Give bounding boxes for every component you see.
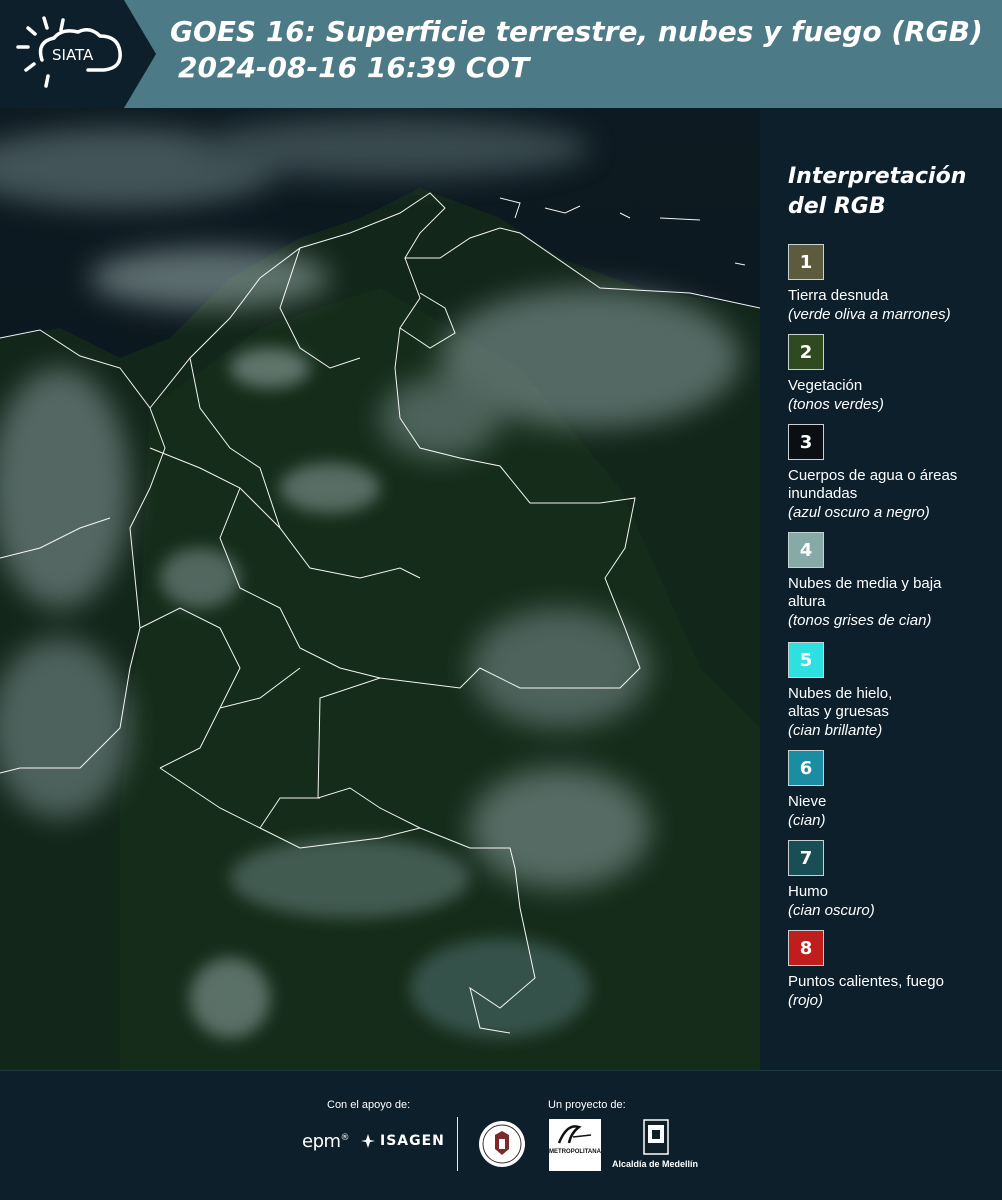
alcaldia-text: Alcaldía de Medellín [612, 1159, 699, 1169]
legend-label-6: Nieve [788, 793, 827, 810]
seal-icon [479, 1121, 525, 1167]
legend-swatch-7: 7 [788, 840, 824, 876]
alcaldia-shield-icon [643, 1119, 669, 1155]
title-product: GOES 16: Superficie terrestre, nubes y f… [170, 15, 983, 48]
legend-title: Interpretación del RGB [788, 164, 967, 219]
legend-desc-7: (cian oscuro) [788, 902, 875, 919]
legend-label-8: Puntos calientes, fuego [788, 973, 944, 990]
legend-swatch-3: 3 [788, 424, 824, 460]
legend-swatch-4: 4 [788, 532, 824, 568]
satellite-map-image [0, 108, 760, 1070]
legend-desc-3: (azul oscuro a negro) [788, 504, 930, 521]
siata-logo: SIATA [0, 0, 156, 108]
legend-item-ice-clouds: 5 Nubes de hielo, altas y gruesas (cian … [788, 642, 998, 740]
legend-desc-5: (cian brillante) [788, 722, 883, 739]
epm-logo-text: epm [302, 1131, 341, 1152]
siata-logo-text: SIATA [52, 46, 94, 64]
rgb-legend: Interpretación del RGB 1 Tierra desnuda … [762, 108, 1002, 1070]
page-title: GOES 16: Superficie terrestre, nubes y f… [170, 14, 983, 86]
legend-swatch-6: 6 [788, 750, 824, 786]
title-timestamp: 2024-08-16 16:39 COT [178, 51, 530, 84]
legend-desc-2: (tonos verdes) [788, 396, 884, 413]
legend-item-vegetation: 2 Vegetación (tonos verdes) [788, 334, 998, 414]
legend-desc-8: (rojo) [788, 992, 824, 1009]
footer-divider [457, 1117, 458, 1171]
legend-swatch-1: 1 [788, 244, 824, 280]
legend-desc-4: (tonos grises de cian) [788, 612, 932, 629]
legend-swatch-2: 2 [788, 334, 824, 370]
legend-swatch-5: 5 [788, 642, 824, 678]
isagen-logo-text: ISAGEN [380, 1133, 445, 1149]
legend-item-snow: 6 Nieve (cian) [788, 750, 998, 830]
area-logo-text: METROPOLITANA [549, 1149, 601, 1155]
support-label: Con el apoyo de: [327, 1099, 411, 1111]
legend-item-low-clouds: 4 Nubes de media y baja altura (tonos gr… [788, 532, 998, 630]
legend-item-bare-soil: 1 Tierra desnuda (verde oliva a marrones… [788, 244, 998, 324]
isagen-logo: ISAGEN [360, 1133, 445, 1149]
legend-label-3: Cuerpos de agua o áreas inundadas [788, 467, 958, 502]
area-metropolitana-logo: METROPOLITANA [549, 1119, 601, 1171]
legend-label-4: Nubes de media y baja altura [788, 575, 942, 610]
legend-desc-6: (cian) [788, 812, 826, 829]
legend-label-7: Humo [788, 883, 829, 900]
legend-item-water: 3 Cuerpos de agua o áreas inundadas (azu… [788, 424, 998, 522]
legend-desc-1: (verde oliva a marrones) [788, 306, 951, 323]
legend-item-smoke: 7 Humo (cian oscuro) [788, 840, 998, 920]
area-logo-icon [557, 1125, 592, 1144]
legend-label-2: Vegetación [788, 377, 863, 394]
project-label: Un proyecto de: [548, 1099, 626, 1111]
header-bar: SIATA GOES 16: Superficie terrestre, nub… [0, 0, 1002, 108]
legend-item-fire: 8 Puntos calientes, fuego (rojo) [788, 930, 998, 1010]
footer: Con el apoyo de: Un proyecto de: epm® IS… [0, 1070, 1002, 1200]
legend-label-1: Tierra desnuda [788, 287, 889, 304]
epm-logo: epm® [302, 1131, 350, 1152]
legend-swatch-8: 8 [788, 930, 824, 966]
isagen-icon [361, 1134, 375, 1148]
legend-label-5: Nubes de hielo, altas y gruesas [788, 685, 893, 720]
